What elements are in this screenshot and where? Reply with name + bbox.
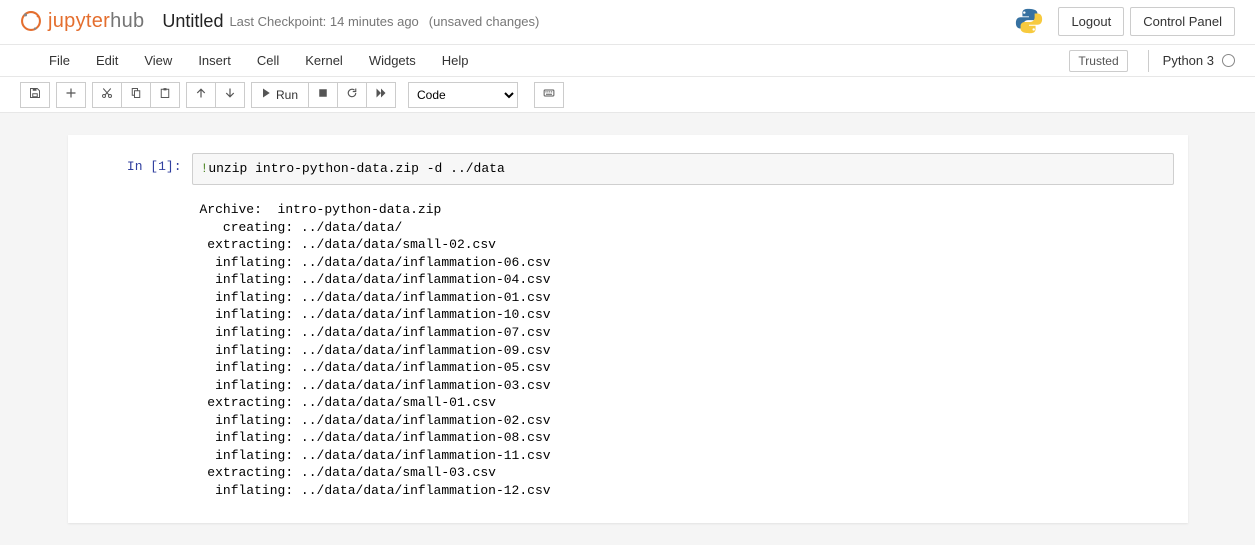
kernel-name: Python 3 [1163,53,1214,68]
menu-view[interactable]: View [131,47,185,74]
output-cell: Archive: intro-python-data.zip creating:… [68,189,1188,503]
logout-button[interactable]: Logout [1058,7,1124,36]
arrow-up-icon [195,87,207,102]
menu-help[interactable]: Help [429,47,482,74]
scissors-icon [101,87,113,102]
control-panel-button[interactable]: Control Panel [1130,7,1235,36]
cut-button[interactable] [92,82,122,108]
input-prompt: In [1]: [82,153,192,185]
menu-edit[interactable]: Edit [83,47,131,74]
kernel-indicator[interactable]: Python 3 [1148,50,1235,72]
notebook-container: In [1]: !unzip intro-python-data.zip -d … [0,113,1255,545]
stop-icon [317,87,329,102]
menubar: File Edit View Insert Cell Kernel Widget… [0,45,1255,77]
trusted-badge[interactable]: Trusted [1069,50,1127,72]
kernel-idle-icon [1222,54,1235,67]
restart-button[interactable] [338,82,367,108]
add-cell-button[interactable] [56,82,86,108]
restart-run-all-button[interactable] [367,82,396,108]
menu-kernel[interactable]: Kernel [292,47,356,74]
paste-icon [159,87,171,102]
checkpoint-text: Last Checkpoint: 14 minutes ago [229,14,418,29]
menu-insert[interactable]: Insert [185,47,244,74]
menubar-items: File Edit View Insert Cell Kernel Widget… [36,47,482,74]
document-title[interactable]: Untitled [162,11,223,32]
python-icon [1014,6,1044,36]
copy-button[interactable] [122,82,151,108]
paste-button[interactable] [151,82,180,108]
code-input[interactable]: !unzip intro-python-data.zip -d ../data [192,153,1174,185]
arrow-down-icon [224,87,236,102]
jupyter-icon [20,10,42,32]
move-up-button[interactable] [186,82,216,108]
run-button[interactable]: Run [251,82,309,108]
output-prompt [82,201,192,499]
header-bar: jupyterhub Untitled Last Checkpoint: 14 … [0,0,1255,45]
jupyterhub-logo[interactable]: jupyterhub [20,10,144,33]
toolbar: Run Code [0,77,1255,113]
cell-output: Archive: intro-python-data.zip creating:… [192,201,1174,499]
play-icon [260,87,272,102]
code-cell[interactable]: In [1]: !unzip intro-python-data.zip -d … [68,149,1188,189]
keyboard-icon [543,87,555,102]
plus-icon [65,87,77,102]
stop-button[interactable] [309,82,338,108]
restart-icon [346,87,358,102]
menu-cell[interactable]: Cell [244,47,292,74]
unsaved-indicator: (unsaved changes) [429,14,540,29]
fast-forward-icon [375,87,387,102]
save-icon [29,87,41,102]
move-down-button[interactable] [216,82,245,108]
menu-widgets[interactable]: Widgets [356,47,429,74]
notebook-sheet: In [1]: !unzip intro-python-data.zip -d … [68,135,1188,523]
save-button[interactable] [20,82,50,108]
celltype-select[interactable]: Code [408,82,518,108]
code-text: unzip intro-python-data.zip -d ../data [208,161,504,176]
run-label: Run [276,88,298,102]
menu-file[interactable]: File [36,47,83,74]
copy-icon [130,87,142,102]
command-palette-button[interactable] [534,82,564,108]
logo-text: jupyterhub [48,10,144,33]
